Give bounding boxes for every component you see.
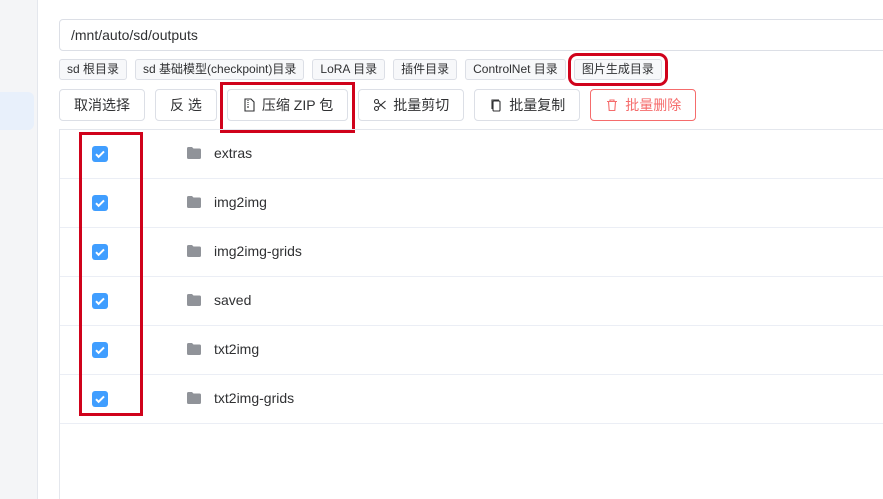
batch-cut-button[interactable]: 批量剪切 <box>358 89 465 121</box>
quick-directory-bar: sd 根目录 sd 基础模型(checkpoint)目录 LoRA 目录 插件目… <box>59 53 668 86</box>
quick-dir-lora[interactable]: LoRA 目录 <box>312 59 386 80</box>
file-row[interactable]: img2img <box>60 179 883 228</box>
sidebar <box>0 0 38 499</box>
file-row[interactable]: txt2img-grids <box>60 375 883 424</box>
batch-delete-button[interactable]: 批量删除 <box>590 89 697 121</box>
sidebar-item-active[interactable] <box>0 92 34 130</box>
folder-icon <box>187 196 201 208</box>
file-row[interactable]: saved <box>60 277 883 326</box>
file-list: extras img2img img2img-grids saved txt2i… <box>59 129 883 499</box>
delete-label: 批量删除 <box>625 97 682 113</box>
file-name[interactable]: txt2img <box>214 341 259 357</box>
copy-label: 批量复制 <box>509 97 566 113</box>
invert-selection-button[interactable]: 反 选 <box>155 89 217 121</box>
folder-icon <box>187 245 201 257</box>
trash-icon <box>607 99 618 112</box>
checkbox-checked-icon[interactable] <box>92 244 108 260</box>
file-name[interactable]: img2img <box>214 194 267 210</box>
quick-dir-checkpoint[interactable]: sd 基础模型(checkpoint)目录 <box>135 59 305 80</box>
folder-icon <box>187 147 201 159</box>
file-manager-panel: sd 根目录 sd 基础模型(checkpoint)目录 LoRA 目录 插件目… <box>38 0 883 499</box>
folder-icon <box>187 392 201 404</box>
zip-button-wrapper: 压缩 ZIP 包 <box>219 82 356 133</box>
batch-toolbar: 取消选择 反 选 压缩 ZIP 包 批量剪切 批量复制 批量删除 <box>59 82 697 133</box>
file-row[interactable]: txt2img <box>60 326 883 375</box>
checkbox-checked-icon[interactable] <box>92 391 108 407</box>
archive-file-icon <box>244 98 255 112</box>
zip-button[interactable]: 压缩 ZIP 包 <box>226 89 349 121</box>
checkbox-checked-icon[interactable] <box>92 195 108 211</box>
path-input[interactable] <box>59 19 883 51</box>
file-name[interactable]: txt2img-grids <box>214 390 294 406</box>
file-row[interactable]: img2img-grids <box>60 228 883 277</box>
folder-icon <box>187 343 201 355</box>
file-name[interactable]: saved <box>214 292 251 308</box>
invert-label: 反 选 <box>170 97 202 113</box>
copy-icon <box>491 99 501 112</box>
deselect-button[interactable]: 取消选择 <box>59 89 145 121</box>
checkbox-checked-icon[interactable] <box>92 146 108 162</box>
checkbox-checked-icon[interactable] <box>92 342 108 358</box>
folder-icon <box>187 294 201 306</box>
checkbox-checked-icon[interactable] <box>92 293 108 309</box>
quick-dir-controlnet[interactable]: ControlNet 目录 <box>465 59 566 80</box>
quick-dir-sd-root[interactable]: sd 根目录 <box>59 59 128 80</box>
deselect-label: 取消选择 <box>74 97 130 113</box>
scissors-icon <box>374 98 387 112</box>
file-row[interactable]: extras <box>60 130 883 179</box>
zip-label: 压缩 ZIP 包 <box>261 97 334 113</box>
batch-copy-button[interactable]: 批量复制 <box>474 89 581 121</box>
quick-dir-extensions[interactable]: 插件目录 <box>393 59 458 80</box>
file-name[interactable]: extras <box>214 145 252 161</box>
file-name[interactable]: img2img-grids <box>214 243 302 259</box>
quick-dir-image-output[interactable]: 图片生成目录 <box>567 53 668 86</box>
cut-label: 批量剪切 <box>393 97 450 113</box>
